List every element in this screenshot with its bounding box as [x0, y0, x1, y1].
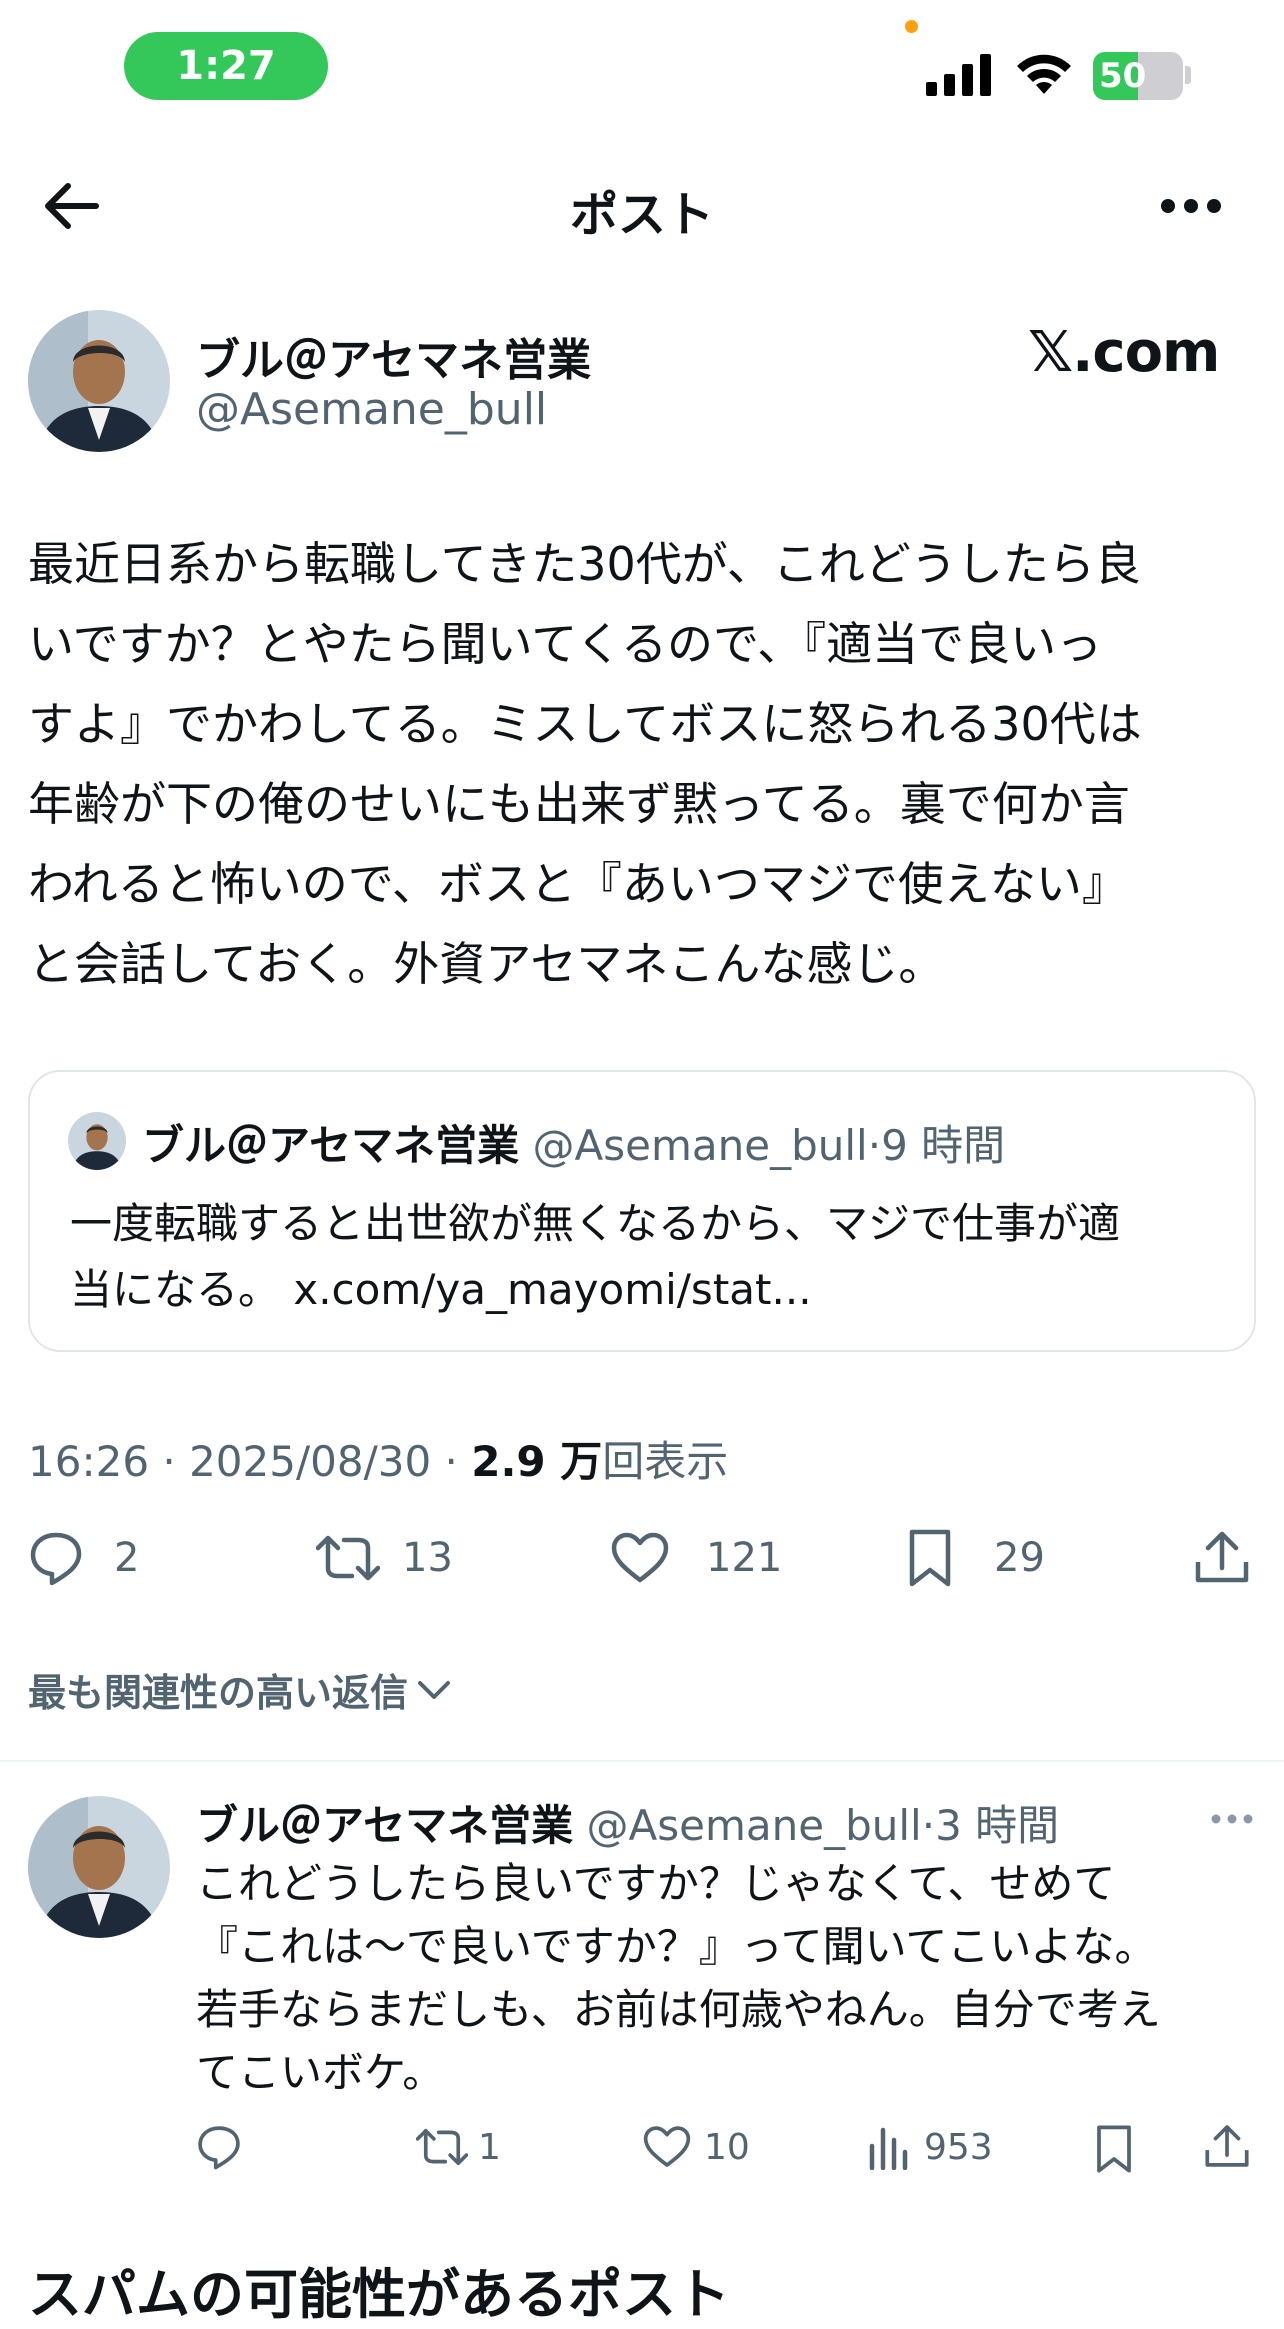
bookmark-icon — [909, 1529, 951, 1587]
quote-text-line: 一度転職すると出世欲が無くなるから、マジで仕事が適 — [70, 1199, 1121, 1248]
quote-author-avatar — [68, 1112, 126, 1170]
reply-author-avatar[interactable] — [28, 1796, 170, 1938]
post-meta: 16:26 · 2025/08/30 · 2.9 万回表示 — [28, 1428, 728, 1489]
reply-author-name[interactable]: ブル＠アセマネ営業 — [196, 1801, 573, 1850]
author-name[interactable]: ブル＠アセマネ営業 — [196, 324, 591, 388]
chevron-down-icon — [418, 1680, 451, 1699]
bookmark-count: 29 — [994, 1535, 1045, 1581]
section-divider — [0, 1760, 1284, 1762]
brand-logo: 𝕏.com — [1028, 320, 1220, 385]
battery-nub — [1185, 66, 1191, 84]
reply-bookmark-button[interactable] — [1094, 2124, 1134, 2174]
battery-percent: 50 — [1099, 56, 1147, 96]
repost-icon — [416, 2128, 468, 2166]
reply-text-line: てこいボケ。 — [196, 2048, 445, 2097]
status-time: 1:27 — [124, 32, 328, 100]
heart-icon — [611, 1532, 669, 1583]
reply-text-line: これどうしたら良いですか？じゃなくて、せめて — [196, 1859, 1116, 1908]
reply-count: 2 — [114, 1535, 140, 1581]
repost-icon — [316, 1535, 380, 1581]
post-text-line: いですか？とやたら聞いてくるので、『適当で良いっ — [28, 617, 1103, 671]
view-count: 2.9 万 — [471, 1437, 603, 1486]
post-text: 最近日系から転職してきた30代が、これどうしたら良 いですか？とやたら聞いてくる… — [28, 524, 1268, 1004]
spam-section-heading: スパムの可能性があるポスト — [28, 2263, 730, 2326]
reply-sort-label: 最も関連性の高い返信 — [28, 1671, 409, 1715]
reply-more-button[interactable] — [1210, 1812, 1254, 1826]
reply-reply-button[interactable] — [196, 2124, 242, 2170]
share-icon — [1205, 2125, 1249, 2167]
wifi-icon — [1013, 52, 1075, 96]
reply-like-button[interactable]: 10 — [642, 2124, 750, 2170]
author-avatar[interactable] — [28, 310, 170, 452]
reply-views-button[interactable]: 953 — [866, 2124, 993, 2170]
bookmark-button[interactable]: 29 — [906, 1528, 1045, 1588]
reply-author-handle[interactable]: @Asemane_bull — [587, 1801, 922, 1850]
reply-text-line: 『これは〜で良いですか？』って聞いてこいよな。 — [196, 1922, 1157, 1971]
reply-icon — [30, 1532, 82, 1586]
reply-button[interactable]: 2 — [28, 1530, 139, 1586]
quote-time: 9 時間 — [881, 1121, 1006, 1170]
more-options-button[interactable] — [1160, 196, 1222, 216]
views-icon — [869, 2127, 908, 2170]
share-icon — [1195, 1531, 1249, 1583]
reply-header: ブル＠アセマネ営業 @Asemane_bull·3 時間 — [196, 1792, 1059, 1853]
more-horizontal-icon — [1161, 199, 1221, 213]
quote-author-name: ブル＠アセマネ営業 — [142, 1121, 520, 1170]
post-text-line: すよ』でかわしてる。ミスしてボスに怒られる30代は — [28, 697, 1142, 751]
author-handle[interactable]: @Asemane_bull — [196, 384, 547, 435]
bookmark-icon — [1097, 2125, 1131, 2173]
like-button[interactable]: 121 — [610, 1530, 782, 1586]
view-label: 回表示 — [602, 1437, 729, 1486]
reply-icon — [198, 2126, 240, 2170]
quote-header: ブル＠アセマネ営業 @Asemane_bull·9 時間 — [142, 1112, 1005, 1173]
quote-text-line: 当になる。 x.com/ya_mayomi/stat... — [70, 1265, 812, 1314]
share-button[interactable] — [1194, 1528, 1250, 1586]
reply-text: これどうしたら良いですか？じゃなくて、せめて 『これは〜で良いですか？』って聞い… — [196, 1852, 1256, 2104]
battery-icon: 50 — [1093, 52, 1183, 100]
reply-share-button[interactable] — [1204, 2122, 1250, 2170]
signal-icon — [926, 52, 994, 96]
reply-repost-count: 1 — [478, 2126, 501, 2168]
reply-view-count: 953 — [924, 2126, 993, 2168]
post-text-line: 年齢が下の俺のせいにも出来ず黙ってる。裏で何か言 — [28, 777, 1130, 831]
post-text-line: 最近日系から転職してきた30代が、これどうしたら良 — [28, 537, 1141, 591]
privacy-indicator — [905, 20, 918, 33]
more-horizontal-icon — [1211, 1814, 1253, 1824]
post-text-line: と会話しておく。外資アセマネこんな感じ。 — [28, 937, 945, 991]
like-count: 121 — [706, 1535, 783, 1581]
separator-dot: · — [867, 1121, 882, 1170]
reply-like-count: 10 — [704, 2126, 750, 2168]
heart-icon — [643, 2126, 691, 2167]
reply-sort-dropdown[interactable]: 最も関連性の高い返信 — [28, 1662, 454, 1717]
reply-time: 3 時間 — [935, 1801, 1060, 1850]
separator-dot: · — [921, 1801, 936, 1850]
page-title: ポスト — [569, 187, 714, 243]
repost-count: 13 — [402, 1535, 453, 1581]
post-text-line: われると怖いので、ボスと『あいつマジで使えない』 — [28, 857, 1128, 911]
reply-text-line: 若手ならまだしも、お前は何歳やねん。自分で考え — [196, 1985, 1161, 2034]
reply-repost-button[interactable]: 1 — [416, 2124, 501, 2170]
post-timestamp: 16:26 · 2025/08/30 · — [28, 1437, 472, 1486]
repost-button[interactable]: 13 — [316, 1530, 453, 1586]
quote-author-handle: @Asemane_bull — [532, 1121, 868, 1170]
